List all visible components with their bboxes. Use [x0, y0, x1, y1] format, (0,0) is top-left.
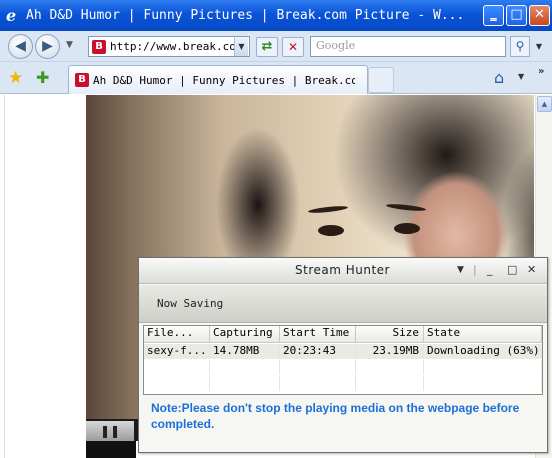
forward-button[interactable]: ▶ [35, 34, 60, 59]
empty-cell [424, 376, 542, 391]
video-face-eye [394, 223, 420, 234]
address-dropdown-icon[interactable]: ▼ [234, 37, 248, 56]
empty-cell [424, 360, 542, 375]
favorites-star-icon[interactable]: ★ [8, 68, 23, 88]
tab-bar: ★ ✚ B Ah D&D Humor | Funny Pictures | Br… [0, 62, 552, 94]
empty-cell [144, 376, 210, 391]
address-input[interactable]: http://www.break.com/ [110, 40, 234, 53]
site-favicon-icon: B [92, 39, 106, 54]
stream-hunter-menu-dropdown-icon[interactable]: ▼ [457, 265, 464, 275]
minimize-button[interactable]: ‗ [483, 5, 504, 26]
stream-hunter-separator: | [473, 263, 477, 276]
navigation-bar: ◀ ▶ ▼ B http://www.break.com/ ▼ ⇄ ✕ Goog… [0, 31, 552, 62]
search-icon[interactable]: ⚲ [510, 36, 530, 57]
column-header-size[interactable]: Size [356, 326, 424, 343]
column-header-start-time[interactable]: Start Time [280, 326, 356, 343]
stream-hunter-close-button[interactable]: ✕ [527, 263, 536, 276]
home-dropdown-icon[interactable]: ▼ [518, 72, 524, 81]
cell-size: 23.19MB [356, 344, 424, 359]
empty-cell [144, 360, 210, 375]
column-header-state[interactable]: State [424, 326, 542, 343]
video-face-brow [307, 204, 349, 215]
cell-state: Downloading (63%) [424, 344, 542, 359]
title-bar: e Ah D&D Humor | Funny Pictures | Break.… [0, 0, 552, 31]
back-button[interactable]: ◀ [8, 34, 33, 59]
column-header-file[interactable]: File... [144, 326, 210, 343]
search-input[interactable]: Google [310, 36, 506, 57]
now-saving-label: Now Saving [157, 297, 224, 310]
cell-capturing: 14.78MB [210, 344, 280, 359]
page-left-margin [0, 95, 5, 458]
new-tab-button[interactable] [368, 67, 394, 93]
stream-hunter-maximize-button[interactable]: □ [507, 263, 517, 276]
empty-cell [356, 360, 424, 375]
pause-button[interactable]: ❚❚ [86, 421, 134, 441]
empty-cell [280, 360, 356, 375]
recent-pages-dropdown-icon[interactable]: ▼ [66, 40, 73, 50]
video-controls-bottom [86, 441, 136, 458]
empty-cell [356, 376, 424, 391]
table-row[interactable]: sexy-f... 14.78MB 20:23:43 23.19MB Downl… [144, 344, 542, 359]
table-row-empty [144, 360, 542, 375]
empty-cell [280, 376, 356, 391]
empty-cell [210, 360, 280, 375]
scroll-up-icon[interactable]: ▲ [537, 96, 552, 112]
maximize-button[interactable]: □ [506, 5, 527, 26]
tab-active[interactable]: B Ah D&D Humor | Funny Pictures | Break.… [68, 65, 368, 94]
video-face-eye [318, 225, 344, 236]
stream-hunter-minimize-button[interactable]: _ [487, 263, 493, 276]
window-title: Ah D&D Humor | Funny Pictures | Break.co… [26, 8, 465, 23]
stream-hunter-window: Stream Hunter ▼ | _ □ ✕ Now Saving File.… [138, 257, 548, 453]
ie-logo-icon: e [6, 5, 17, 25]
stream-hunter-note: Note:Please don't stop the playing media… [151, 401, 520, 431]
stream-hunter-title: Stream Hunter [295, 263, 390, 277]
download-list[interactable]: File... Capturing Start Time Size State … [143, 325, 543, 395]
refresh-icon[interactable]: ⇄ [256, 37, 278, 57]
search-options-dropdown-icon[interactable]: ▼ [532, 36, 546, 57]
close-button[interactable]: ✕ [529, 5, 550, 26]
video-face-brow [385, 202, 427, 213]
home-icon[interactable]: ⌂ [494, 68, 504, 87]
empty-cell [210, 376, 280, 391]
tab-title: Ah D&D Humor | Funny Pictures | Break.co… [93, 73, 355, 87]
add-favorite-icon[interactable]: ✚ [36, 68, 49, 87]
tab-favicon-icon: B [75, 73, 89, 87]
address-bar[interactable]: B http://www.break.com/ ▼ [88, 36, 250, 57]
more-tools-chevron-icon[interactable]: » [538, 66, 544, 77]
stream-hunter-titlebar[interactable]: Stream Hunter ▼ | _ □ ✕ [139, 258, 547, 284]
cell-start-time: 20:23:43 [280, 344, 356, 359]
stream-hunter-toolbar: Now Saving [139, 285, 547, 323]
column-header-capturing[interactable]: Capturing [210, 326, 280, 343]
cell-file: sexy-f... [144, 344, 210, 359]
table-row-empty [144, 376, 542, 391]
download-list-header: File... Capturing Start Time Size State [144, 326, 542, 343]
stop-icon[interactable]: ✕ [282, 37, 304, 57]
